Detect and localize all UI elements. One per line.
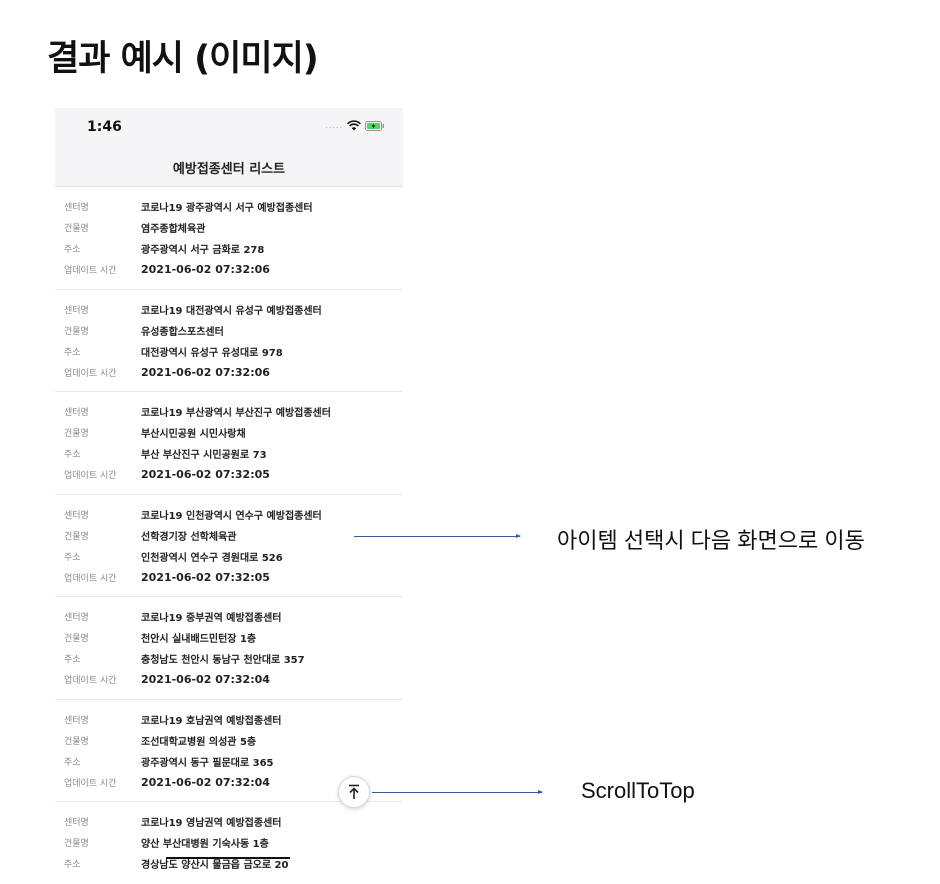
status-time: 1:46 [87, 119, 122, 135]
updated-value: 2021-06-02 07:32:05 [141, 570, 270, 584]
list-item[interactable]: 센터명 코로나19 대전광역시 유성구 예방접종센터 건물명 유성종합스포츠센터 주… [55, 290, 403, 392]
building-name: 부산시민공원 시민사랑채 [141, 429, 246, 440]
updated-value: 2021-06-02 07:32:05 [141, 468, 270, 481]
building-name: 양산 부산대병원 기숙사동 1층 [141, 839, 269, 850]
building-label: 건물명 [64, 326, 89, 337]
building-label: 건물명 [64, 531, 89, 542]
nav-bar: 예방접종센터 리스트 [55, 150, 403, 187]
status-bar: 1:46 ..... [55, 108, 403, 150]
address-label: 주소 [64, 347, 81, 358]
updated-label: 업데이트 시간 [64, 368, 117, 379]
center-name: 코로나19 인천광역시 연수구 예방접종센터 [141, 510, 322, 522]
building-name: 선학경기장 선학체육관 [141, 531, 237, 543]
updated-value: 2021-06-02 07:32:04 [141, 775, 270, 789]
building-label: 건물명 [64, 634, 89, 644]
address-value: 인천광역시 연수구 경원대로 526 [141, 552, 283, 564]
center-label: 센터명 [64, 203, 89, 213]
updated-label: 업데이트 시간 [64, 266, 117, 276]
address-label: 주소 [64, 245, 81, 255]
center-label: 센터명 [64, 408, 89, 418]
updated-value: 2021-06-02 07:32:04 [141, 673, 270, 686]
scroll-to-top-annotation: ScrollToTop [581, 778, 695, 803]
building-name: 유성종합스포츠센터 [141, 326, 224, 338]
item-select-arrow [354, 534, 521, 538]
building-label: 건물명 [64, 839, 89, 849]
updated-label: 업데이트 시간 [64, 573, 117, 584]
address-value: 부산 부산진구 시민공원로 73 [141, 450, 267, 461]
address-value: 대전광역시 유성구 유성대로 978 [141, 347, 283, 359]
scroll-to-top-arrow [372, 790, 543, 794]
updated-label: 업데이트 시간 [64, 676, 117, 686]
underline-mark [166, 857, 290, 859]
building-name: 조선대학교병원 의성관 5층 [141, 736, 257, 748]
center-label: 센터명 [64, 715, 89, 726]
list-item[interactable]: 센터명 코로나19 영남권역 예방접종센터 건물명 양산 부산대병원 기숙사동 1층… [55, 802, 403, 884]
item-select-annotation: 아이템 선택시 다음 화면으로 이동 [557, 528, 865, 553]
center-label: 센터명 [64, 818, 89, 828]
center-name: 코로나19 호남권역 예방접종센터 [141, 715, 282, 727]
address-label: 주소 [64, 655, 81, 665]
center-label: 센터명 [64, 510, 89, 521]
building-label: 건물명 [64, 736, 89, 747]
address-value: 광주광역시 서구 금화로 278 [141, 245, 265, 256]
center-name: 코로나19 중부권역 예방접종센터 [141, 613, 282, 624]
list-item[interactable]: 센터명 코로나19 부산광역시 부산진구 예방접종센터 건물명 부산시민공원 시민사… [55, 392, 403, 495]
address-label: 주소 [64, 757, 81, 768]
arrow-up-to-line-icon [349, 784, 359, 799]
address-value: 광주광역시 동구 필문대로 365 [141, 757, 274, 769]
center-label: 센터명 [64, 305, 89, 316]
building-label: 건물명 [64, 429, 89, 439]
updated-label: 업데이트 시간 [64, 778, 117, 789]
center-name: 코로나19 영남권역 예방접종센터 [141, 818, 282, 829]
center-label: 센터명 [64, 613, 89, 623]
page-title: 결과 예시 (이미지) [47, 39, 319, 79]
status-icons: ..... [325, 120, 385, 131]
nav-title: 예방접종센터 리스트 [172, 162, 286, 177]
phone-screen: 1:46 ..... 예방접종센터 리스트 센터명 코로나19 광주광역시 서구 … [55, 108, 403, 884]
building-name: 천안시 실내배드민턴장 1층 [141, 634, 257, 645]
center-name: 코로나19 대전광역시 유성구 예방접종센터 [141, 305, 322, 317]
building-name: 염주종합체육관 [141, 224, 206, 235]
updated-label: 업데이트 시간 [64, 471, 117, 481]
address-label: 주소 [64, 552, 81, 563]
battery-charging-icon [365, 120, 384, 131]
list-item[interactable]: 센터명 코로나19 광주광역시 서구 예방접종센터 건물명 염주종합체육관 주소 광주… [55, 187, 403, 290]
address-value: 충청남도 천안시 동남구 천안대로 357 [141, 655, 305, 666]
signal-icon: ..... [325, 121, 343, 130]
building-label: 건물명 [64, 224, 89, 234]
updated-value: 2021-06-02 07:32:06 [141, 365, 270, 379]
center-name: 코로나19 부산광역시 부산진구 예방접종센터 [141, 408, 331, 419]
list-item[interactable]: 센터명 코로나19 인천광역시 연수구 예방접종센터 건물명 선학경기장 선학체육관… [55, 495, 403, 597]
list-item[interactable]: 센터명 코로나19 중부권역 예방접종센터 건물명 천안시 실내배드민턴장 1층 주… [55, 597, 403, 700]
address-label: 주소 [64, 860, 81, 870]
updated-value: 2021-06-02 07:32:06 [141, 263, 270, 276]
center-name: 코로나19 광주광역시 서구 예방접종센터 [141, 203, 313, 214]
address-label: 주소 [64, 450, 81, 460]
wifi-icon [347, 120, 361, 131]
scroll-to-top-button[interactable] [338, 776, 370, 808]
